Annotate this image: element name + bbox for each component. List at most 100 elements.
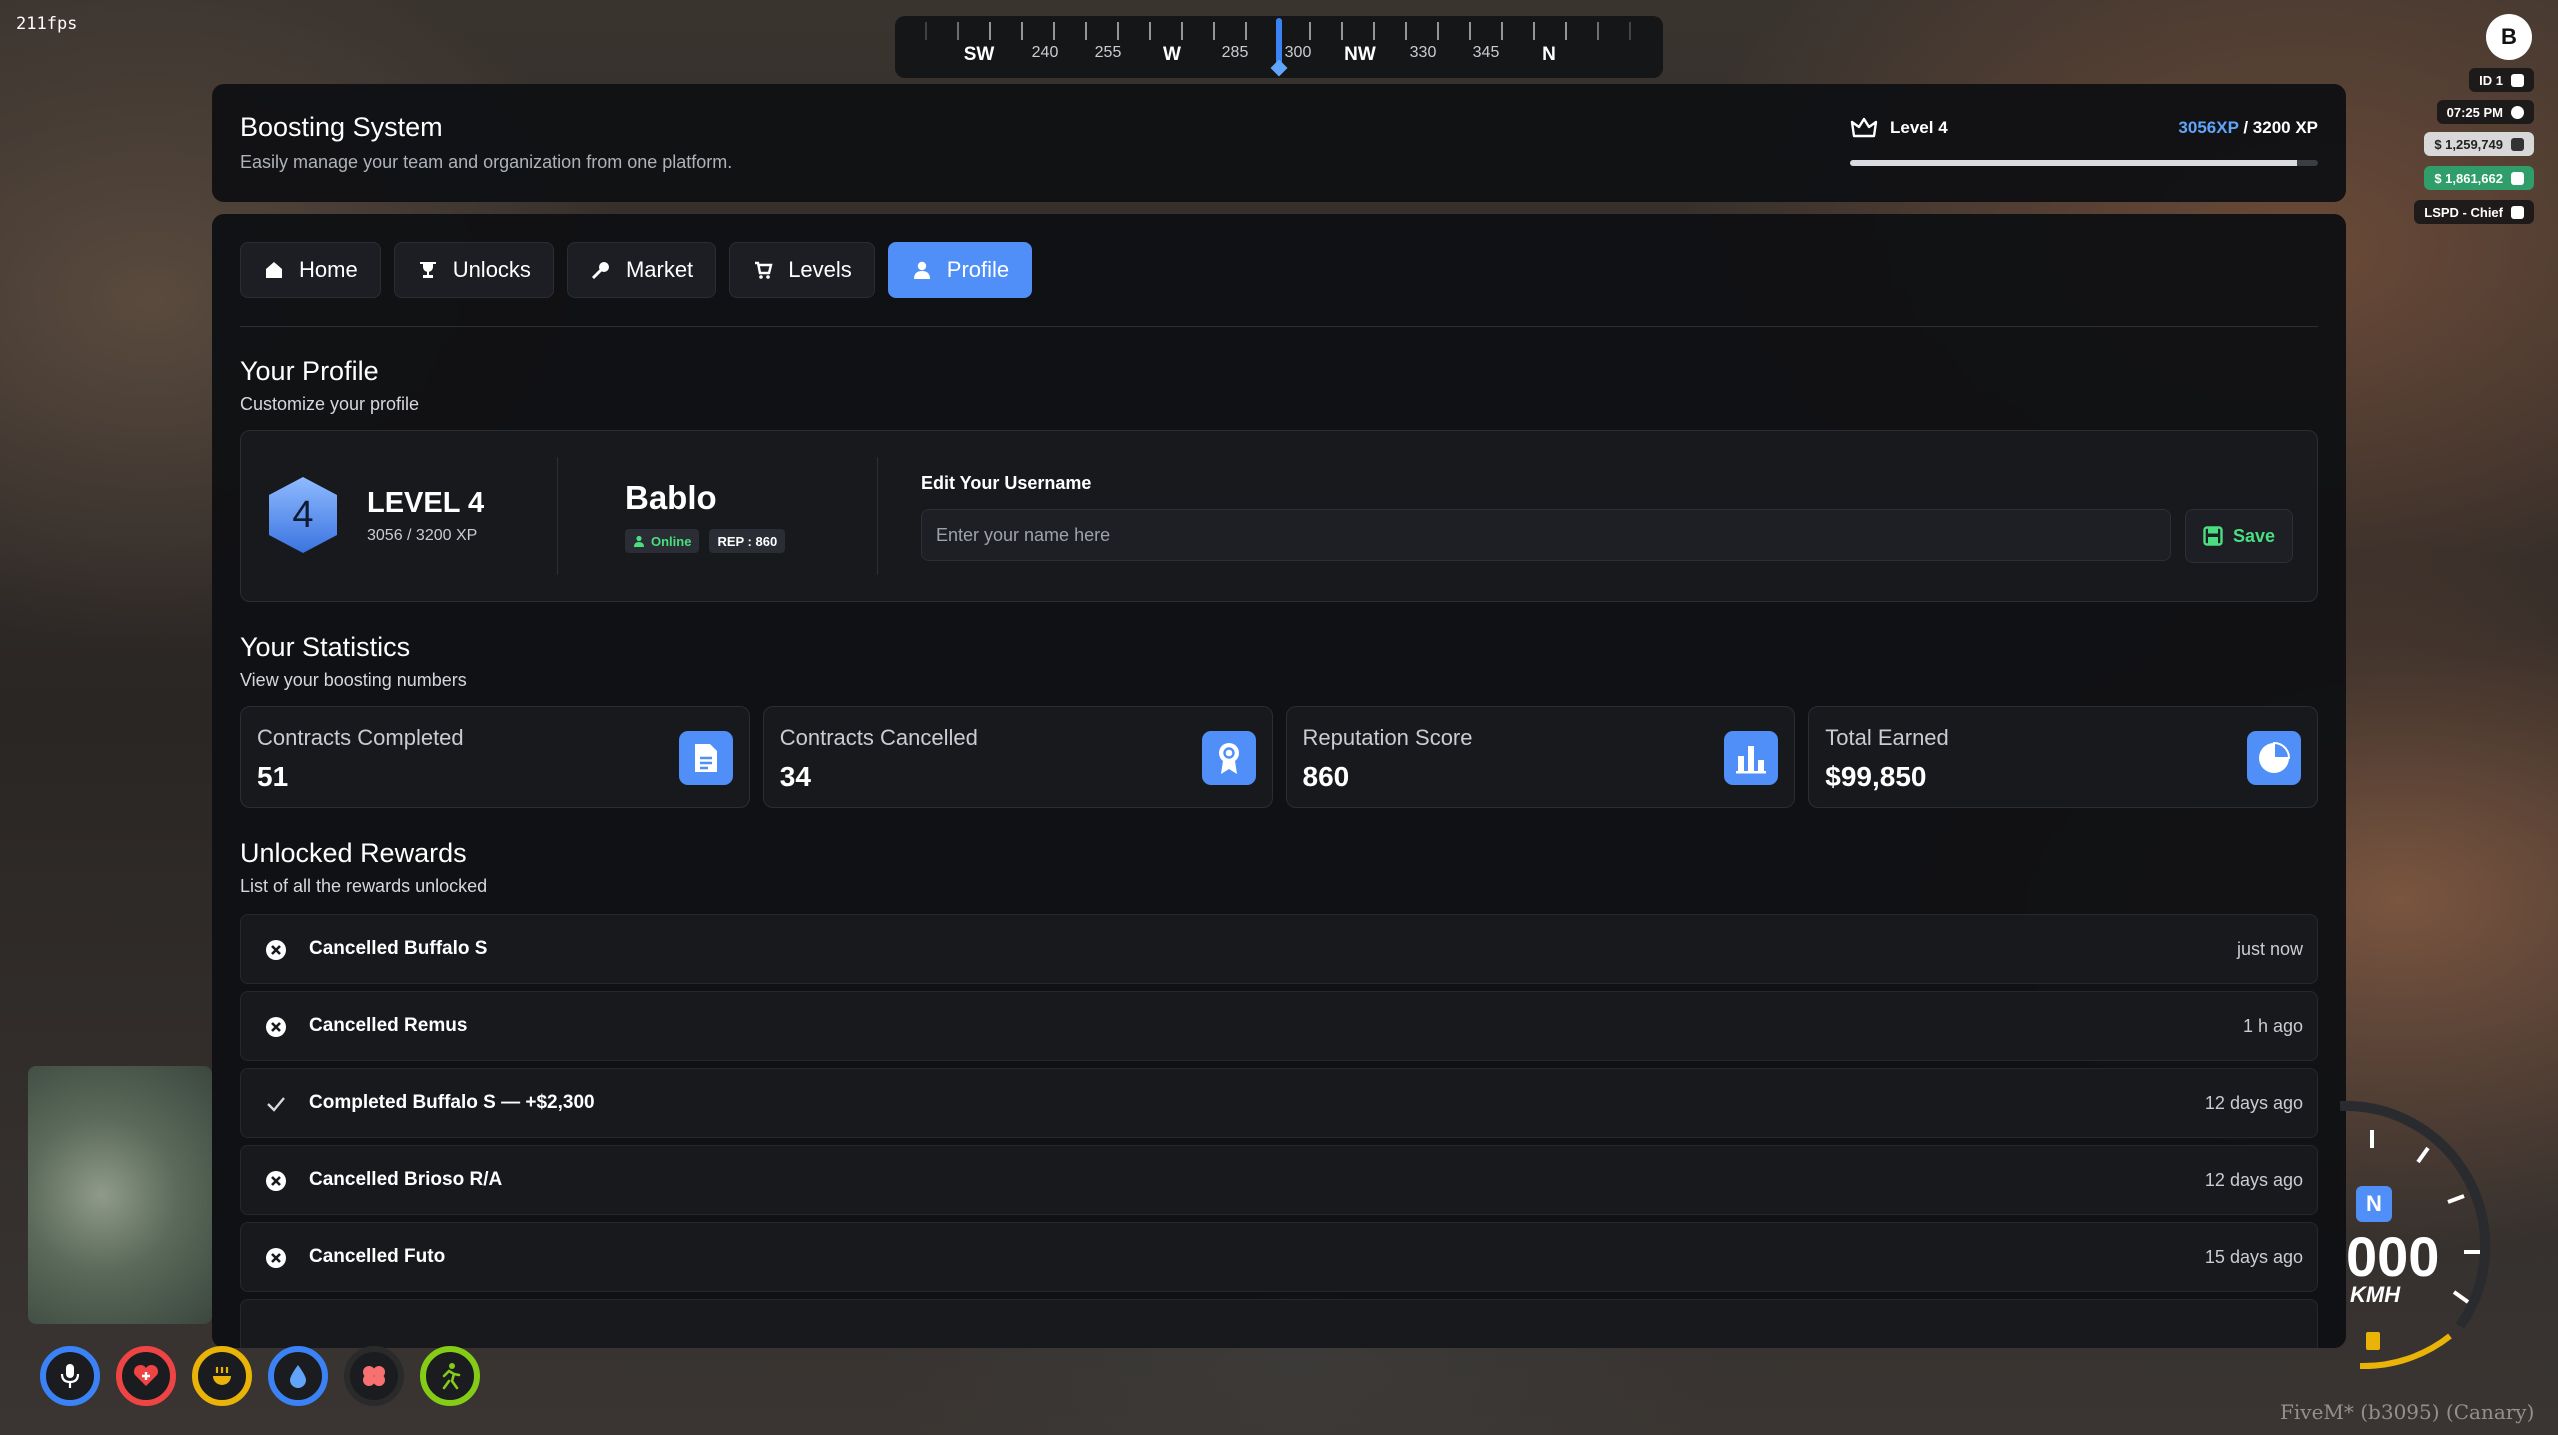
level-hexagon-icon: 4 — [269, 477, 337, 553]
tab-unlocks[interactable]: Unlocks — [393, 242, 554, 298]
stamina-icon — [420, 1346, 480, 1406]
save-label: Save — [2232, 525, 2276, 546]
compass-label: NW — [1344, 44, 1376, 65]
rewards-list[interactable]: Cancelled Buffalo S just now Cancelled Rem… — [240, 914, 2318, 1348]
speed-unit: KMH — [2350, 1282, 2401, 1307]
gear-indicator: N — [2356, 1186, 2392, 1222]
cancel-icon — [265, 1016, 287, 1038]
tab-divider — [240, 326, 2318, 327]
clock-icon — [2511, 105, 2524, 119]
stress-icon — [344, 1346, 404, 1406]
statistics-section-title: Your Statistics — [240, 632, 411, 662]
compass-label: 345 — [1472, 44, 1500, 61]
compass-label: 330 — [1409, 44, 1437, 61]
stat-label: Total Earned — [1825, 725, 1949, 750]
boosting-main-panel: Home Unlocks Market Levels Profile Your Prof… — [212, 214, 2346, 1348]
xp-current: 3056XP — [2178, 118, 2239, 137]
profile-xp: 3056 / 3200 XP — [367, 527, 478, 544]
compass-label: 240 — [1031, 44, 1059, 61]
user-icon — [911, 259, 933, 281]
boosting-header: Boosting System Easily manage your team … — [212, 84, 2346, 202]
stat-label: Reputation Score — [1302, 725, 1473, 750]
server-logo: B — [2486, 14, 2532, 60]
reward-row: Completed Buffalo S — +$2,300 12 days ago — [240, 1068, 2318, 1138]
crown-icon — [1850, 117, 1878, 138]
online-status: Online — [651, 533, 692, 549]
minimap — [28, 1066, 212, 1324]
hunger-icon — [192, 1346, 252, 1406]
profile-username: Bablo — [625, 479, 717, 516]
reward-time: 12 days ago — [2204, 1169, 2303, 1190]
reward-text: Cancelled Futo — [309, 1246, 446, 1267]
cash-icon — [2511, 137, 2524, 151]
stat-value: 34 — [779, 761, 811, 792]
stat-value: $99,850 — [1825, 761, 1927, 792]
compass-label: N — [1542, 44, 1556, 65]
reward-row: Cancelled Brioso R/A 12 days ago — [240, 1145, 2318, 1215]
level-hexagon-number: 4 — [292, 494, 313, 536]
home-icon — [263, 259, 285, 281]
reward-row-partial — [240, 1299, 2318, 1348]
reward-time: 12 days ago — [2204, 1092, 2303, 1113]
statistics-grid: Contracts Completed 51 Contracts Cancelled… — [240, 706, 2318, 808]
save-username-button[interactable]: Save — [2185, 509, 2293, 563]
reward-text: Completed Buffalo S — +$2,300 — [309, 1092, 595, 1113]
document-icon — [678, 731, 733, 785]
compass-label: 300 — [1284, 44, 1312, 61]
header-level-label: Level 4 — [1890, 118, 1948, 137]
stat-label: Contracts Completed — [257, 725, 464, 750]
tab-market[interactable]: Market — [566, 242, 717, 298]
stat-card: Total Earned $99,850 — [1808, 706, 2318, 808]
reward-row: Cancelled Futo 15 days ago — [240, 1222, 2318, 1292]
username-input[interactable] — [921, 509, 2171, 561]
rep-badge: REP : 860 — [709, 529, 786, 553]
stat-label: Contracts Cancelled — [779, 725, 978, 750]
tab-label: Unlocks — [452, 257, 531, 282]
stat-value: 860 — [1302, 761, 1350, 792]
check-icon — [265, 1093, 287, 1115]
reward-row: Cancelled Remus 1 h ago — [240, 991, 2318, 1061]
xp-total: / 3200 XP — [2238, 118, 2318, 137]
rep-value: REP : 860 — [717, 533, 778, 549]
reward-time: 1 h ago — [2242, 1015, 2303, 1036]
stat-card: Contracts Completed 51 — [240, 706, 750, 808]
cancel-icon — [265, 1247, 287, 1269]
health-icon — [116, 1346, 176, 1406]
tab-profile[interactable]: Profile — [887, 242, 1033, 298]
id-card-icon — [2511, 73, 2524, 87]
server-logo-text: B — [2501, 24, 2517, 49]
tab-label: Levels — [788, 257, 852, 282]
tab-label: Home — [299, 257, 358, 282]
tab-levels[interactable]: Levels — [729, 242, 875, 298]
player-id: ID 1 — [2479, 72, 2503, 88]
rewards-section-title: Unlocked Rewards — [240, 838, 467, 868]
online-badge: Online — [625, 529, 700, 553]
reward-time: 15 days ago — [2204, 1246, 2303, 1267]
compass-label: W — [1163, 44, 1181, 65]
header-level: Level 4 — [1850, 116, 1948, 140]
tab-label: Profile — [946, 257, 1010, 282]
stat-card: Contracts Cancelled 34 — [762, 706, 1273, 808]
app-subtitle: Easily manage your team and organization… — [240, 152, 733, 172]
profile-section-subtitle: Customize your profile — [240, 394, 420, 414]
profile-divider — [557, 457, 558, 575]
time-chip: 07:25 PM — [2436, 100, 2534, 124]
xp-progress-bar — [1850, 160, 2318, 166]
profile-badges: Online REP : 860 — [625, 529, 786, 553]
header-xp: 3056XP / 3200 XP — [2178, 118, 2318, 138]
xp-progress-fill — [1850, 160, 2297, 166]
app-title: Boosting System — [240, 112, 443, 142]
cancel-icon — [265, 939, 287, 961]
stat-value: 51 — [257, 761, 289, 792]
bank-amount: $ 1,861,662 — [2434, 170, 2503, 186]
bank-icon — [2511, 171, 2524, 185]
profile-level: LEVEL 4 — [367, 487, 485, 519]
profile-card: 4 LEVEL 4 3056 / 3200 XP Bablo Online RE… — [240, 430, 2318, 602]
bank-chip: $ 1,861,662 — [2424, 166, 2534, 190]
briefcase-icon — [2511, 205, 2524, 219]
statistics-section-subtitle: View your boosting numbers — [240, 670, 467, 690]
award-icon — [1201, 731, 1256, 785]
player-status-icons — [40, 1346, 480, 1406]
reward-text: Cancelled Remus — [309, 1015, 468, 1036]
tab-home[interactable]: Home — [240, 242, 381, 298]
